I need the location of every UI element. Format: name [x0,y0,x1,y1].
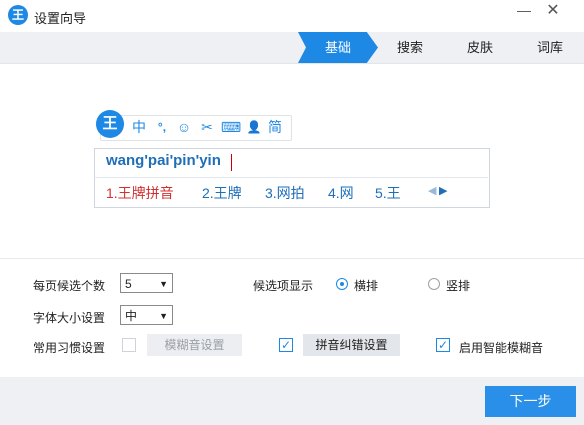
per-page-label: 每页候选个数 [33,279,106,293]
tab-basic[interactable]: 基础 [298,32,378,63]
chevron-down-icon: ▼ [159,311,168,321]
horizontal-label: 横排 [354,279,379,293]
per-page-select[interactable]: 5 ▼ [120,273,173,293]
smart-fuzzy-checkbox[interactable]: ✓ [436,338,450,352]
window-title: 设置向导 [34,11,87,26]
punctuation-icon: °, [157,120,167,134]
candidate-item: 2.王牌 [202,185,242,201]
tab-search[interactable]: 搜索 [390,32,430,63]
font-size-value: 中 [125,309,138,323]
minimize-button[interactable]: — [513,2,535,20]
title-bar [0,0,584,32]
chinese-mode-icon: 中 [132,119,146,135]
next-button[interactable]: 下一步 [485,386,576,417]
ime-status-bar-preview [100,115,292,141]
vertical-label: 竖排 [446,279,471,293]
habits-label: 常用习惯设置 [33,341,106,355]
next-page-icon: ▶ [439,185,448,197]
fuzzy-checkbox[interactable] [122,338,136,352]
simplified-icon: 简 [268,119,282,135]
app-logo-icon: 王 [8,5,28,25]
candidate-item: 5.王 [375,185,401,201]
vertical-radio[interactable] [428,278,440,290]
font-size-label: 字体大小设置 [33,311,106,325]
display-label: 候选项显示 [253,279,314,293]
section-divider [0,258,584,259]
composition-text: wang'pai'pin'yin [106,152,221,169]
correction-settings-button[interactable]: 拼音纠错设置 [303,334,400,356]
emoji-icon: ☺ [176,119,192,135]
tab-skin[interactable]: 皮肤 [460,32,500,63]
horizontal-radio[interactable] [336,278,348,290]
correction-checkbox[interactable]: ✓ [279,338,293,352]
scissors-icon: ✂ [201,119,213,135]
candidate-item: 3.网拍 [265,185,305,201]
chevron-down-icon: ▼ [159,279,168,289]
per-page-value: 5 [125,277,132,291]
ime-logo-icon: 王 [96,110,124,138]
user-icon: 👤 [246,120,262,134]
prev-page-icon: ◀ [428,185,437,197]
tab-dictionary[interactable]: 词库 [530,32,570,63]
close-button[interactable]: ✕ [542,2,564,20]
fuzzy-settings-button[interactable]: 模糊音设置 [147,334,242,356]
keyboard-icon: ⌨ [220,119,242,135]
smart-fuzzy-label: 启用智能模糊音 [459,341,544,355]
font-size-select[interactable]: 中 ▼ [120,305,173,325]
text-caret [231,154,232,171]
candidate-item: 4.网 [328,185,354,201]
candidate-item: 1.王牌拼音 [106,185,174,201]
candidate-divider [94,177,488,178]
